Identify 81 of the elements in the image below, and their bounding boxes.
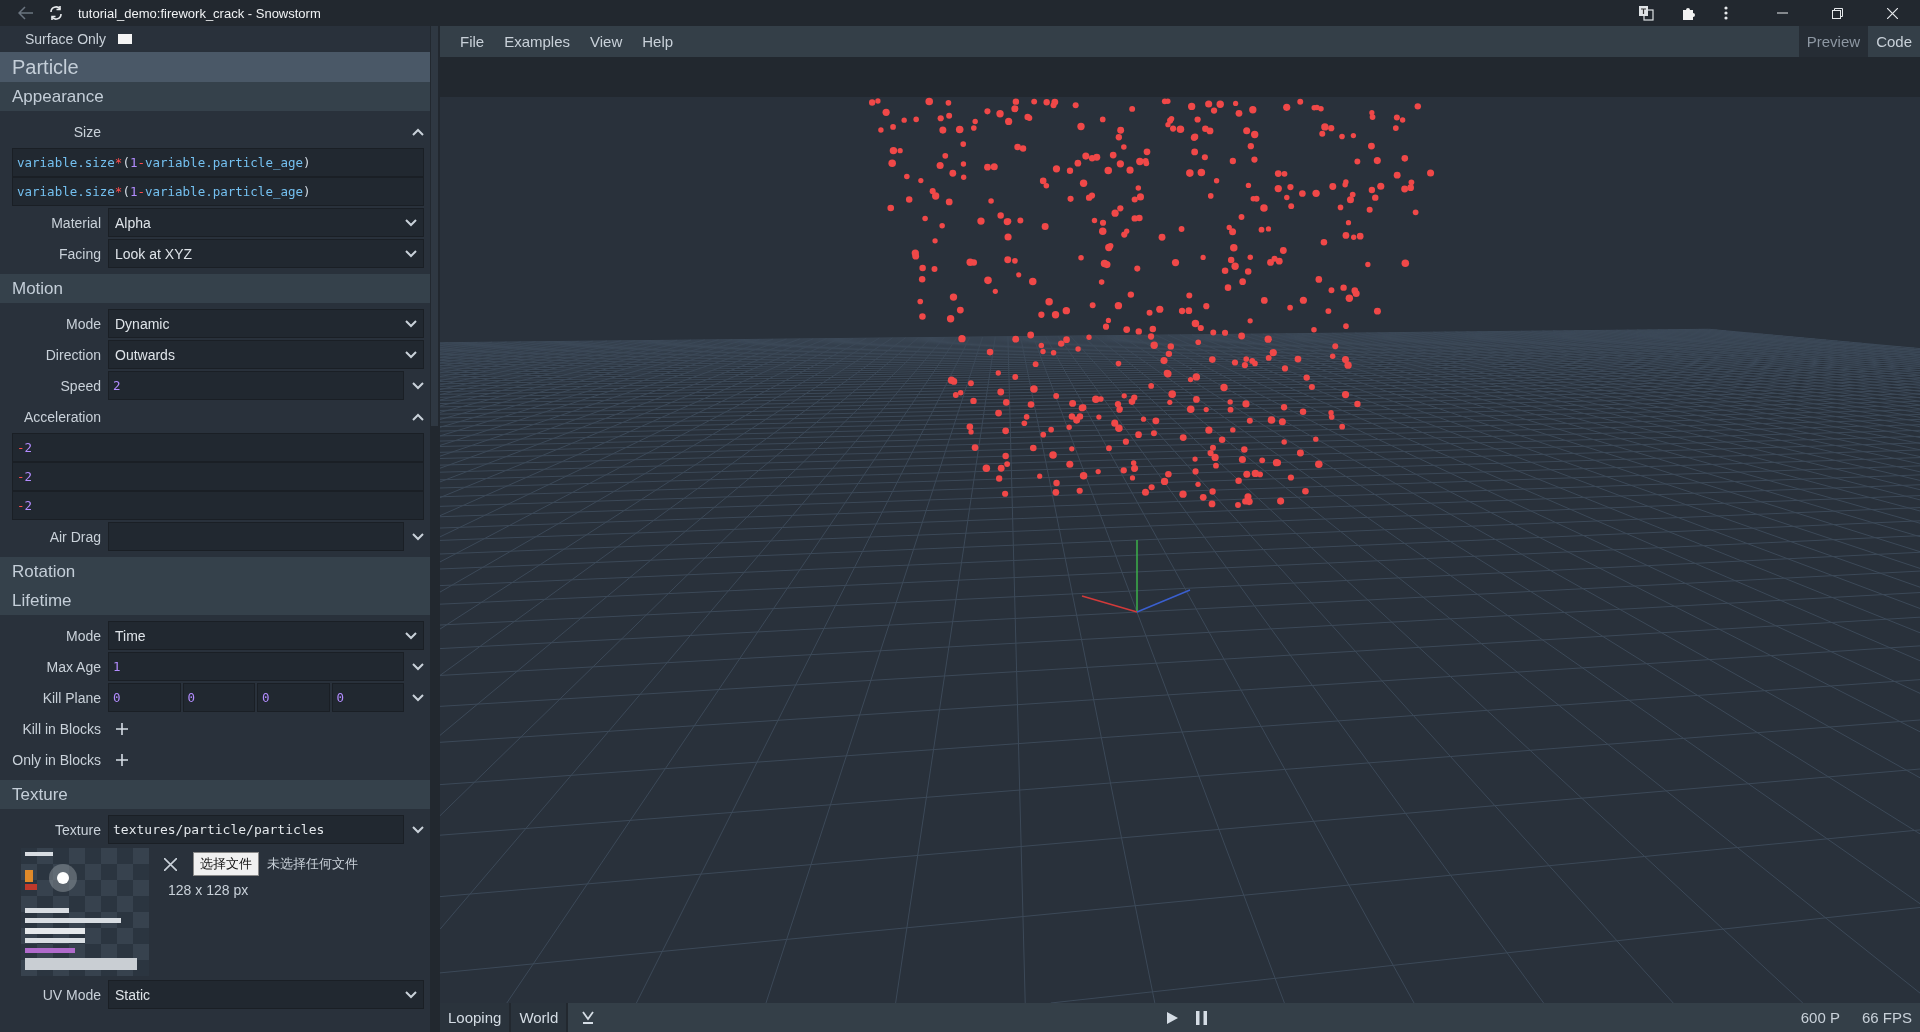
chevron-down-icon[interactable] [405,990,417,999]
field-label: Material [50,214,102,231]
field-label: Direction [44,346,102,363]
code-field[interactable]: -2 [12,491,424,520]
plus-icon[interactable] [116,722,128,735]
translate-icon[interactable] [1638,5,1654,21]
section-header[interactable]: Appearance [0,82,430,111]
field-label: Acceleration [22,408,102,425]
menu-item[interactable]: View [580,26,633,57]
field-label: UV Mode [41,986,102,1003]
code-field[interactable]: 0 [108,683,181,712]
dropdown[interactable]: Alpha [108,208,424,237]
field-label: Facing [57,245,102,262]
particle-count: 600 P [1800,1009,1840,1026]
field-label: Only in Blocks [11,751,102,768]
window-title: tutorial_demo:firework_crack - Snowstorm [78,5,321,21]
chevron-down-icon[interactable] [405,218,417,227]
chevron-down-icon[interactable] [412,825,424,834]
section-header[interactable]: Motion [0,274,430,303]
back-arrow-icon[interactable] [18,6,34,20]
code-field[interactable]: 1 [108,652,404,681]
surface-only-label: Surface Only [25,31,106,47]
toggle-button[interactable]: World [511,1003,569,1032]
chevron-down-icon[interactable] [412,662,424,671]
section-header[interactable]: Rotation [0,557,430,586]
restore-icon[interactable] [1832,7,1843,19]
chevron-up-icon[interactable] [412,412,424,421]
code-field[interactable]: variable.size*(1-variable.particle_age) [12,177,424,206]
chevron-down-icon[interactable] [412,532,424,541]
panel-title: Particle [0,52,430,82]
collapse-icon[interactable] [582,1011,595,1024]
dropdown[interactable]: Outwards [108,340,424,369]
field-label: Size [72,123,102,140]
fps-counter: 66 FPS [1861,1009,1912,1026]
choose-file-button[interactable]: 选择文件 [193,852,259,876]
play-icon[interactable] [1166,1011,1178,1024]
dropdown[interactable]: Static [108,980,424,1009]
chevron-down-icon[interactable] [405,249,417,258]
chevron-down-icon[interactable] [412,381,424,390]
texture-size: 128 x 128 px [168,882,250,898]
field-label: Speed [59,377,102,394]
path-field[interactable]: textures/particle/particles [108,815,404,844]
code-field[interactable]: 2 [108,371,404,400]
dropdown[interactable]: Look at XYZ [108,239,424,268]
code-field[interactable]: -2 [12,462,424,491]
dropdown[interactable]: Time [108,621,424,650]
reload-icon[interactable] [48,5,64,21]
code-field[interactable]: 0 [331,683,404,712]
pause-icon[interactable] [1195,1010,1207,1025]
field-label: Mode [64,627,102,644]
field-label: Kill in Blocks [21,720,102,737]
code-field[interactable]: -2 [12,433,424,462]
toggle-button[interactable]: Looping [440,1003,512,1032]
checkbox[interactable] [117,34,132,44]
code-field[interactable]: variable.size*(1-variable.particle_age) [12,148,424,177]
clear-icon[interactable] [164,857,177,871]
view-tab[interactable]: Preview [1798,26,1869,57]
field-label: Air Drag [48,528,102,545]
puzzle-icon[interactable] [1681,5,1697,21]
section-header[interactable]: Lifetime [0,586,430,615]
chevron-down-icon[interactable] [405,631,417,640]
chevron-down-icon[interactable] [412,693,424,702]
menu-item[interactable]: Help [632,26,684,57]
code-field[interactable]: 0 [182,683,255,712]
close-icon[interactable] [1887,7,1898,19]
field-label: Texture [54,821,102,838]
menu-item[interactable]: Examples [494,26,581,57]
code-field[interactable]: 0 [257,683,330,712]
chevron-down-icon[interactable] [405,319,417,328]
dropdown[interactable]: Dynamic [108,309,424,338]
scrollbar[interactable] [431,26,438,426]
field-label: Max Age [45,658,102,675]
field-label: Mode [64,315,102,332]
file-status: 未选择任何文件 [267,855,358,873]
more-menu-icon[interactable] [1724,6,1728,20]
chevron-up-icon[interactable] [412,127,424,136]
plus-icon[interactable] [116,753,128,766]
field-label: Kill Plane [41,689,102,706]
menu-item[interactable]: File [450,26,495,57]
chevron-down-icon[interactable] [405,350,417,359]
section-header[interactable]: Texture [0,780,430,809]
